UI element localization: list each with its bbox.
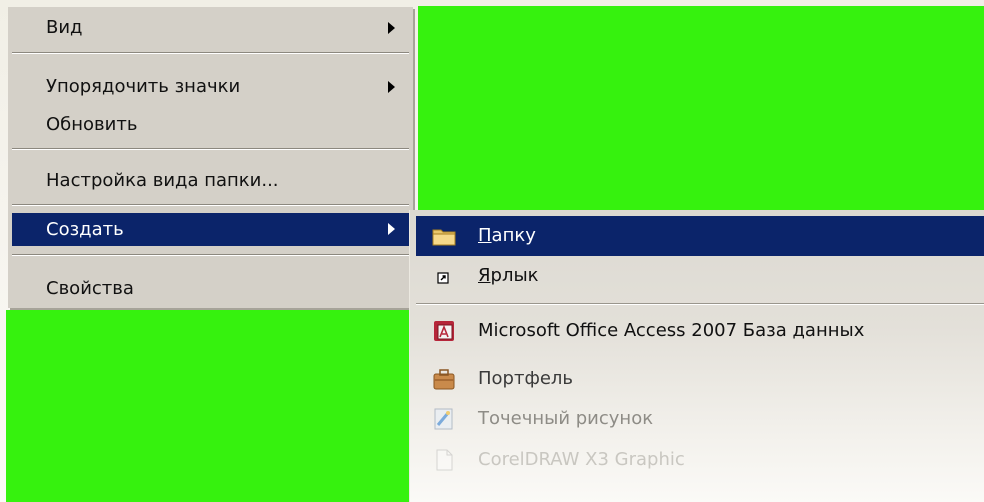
submenu-arrow-icon xyxy=(388,223,395,235)
submenu-item-label: Портфель xyxy=(478,368,574,389)
submenu-item-coreldraw-graphic[interactable]: CorelDRAW X3 Graphic xyxy=(416,440,984,480)
desktop-background[interactable] xyxy=(418,6,984,210)
submenu-item-label: Ярлык xyxy=(478,265,539,286)
submenu-item-label: Папку xyxy=(478,225,536,246)
bitmap-image-icon xyxy=(434,408,453,430)
submenu-item-folder[interactable]: Папку xyxy=(416,216,984,256)
menu-item-arrange-icons[interactable]: Упорядочить значки xyxy=(12,72,409,102)
submenu-item-label: Microsoft Office Access 2007 База данных xyxy=(478,320,865,341)
submenu-item-label: CorelDRAW X3 Graphic xyxy=(478,449,685,470)
menu-separator xyxy=(12,52,409,54)
submenu-item-shortcut[interactable]: Ярлык xyxy=(416,256,984,296)
menu-item-view[interactable]: Вид xyxy=(12,13,409,43)
submenu-item-briefcase[interactable]: Портфель xyxy=(416,359,984,399)
access-database-icon xyxy=(434,321,454,341)
menu-item-customize-folder[interactable]: Настройка вида папки... xyxy=(12,166,409,196)
menu-item-label: Свойства xyxy=(46,278,134,299)
briefcase-icon xyxy=(433,369,455,390)
screen: Вид Упорядочить значки Обновить Настройк… xyxy=(0,0,984,502)
desktop-context-menu: Вид Упорядочить значки Обновить Настройк… xyxy=(8,7,413,308)
shortcut-icon xyxy=(437,272,449,284)
desktop-background[interactable] xyxy=(6,310,410,502)
submenu-item-label: Точечный рисунок xyxy=(478,408,654,429)
menu-separator xyxy=(12,204,409,206)
menu-item-label: Упорядочить значки xyxy=(46,76,241,97)
submenu-arrow-icon xyxy=(388,22,395,34)
coreldraw-file-icon xyxy=(436,449,453,471)
submenu-arrow-icon xyxy=(388,81,395,93)
menu-separator xyxy=(416,303,984,305)
folder-icon xyxy=(432,229,456,246)
menu-item-new[interactable]: Создать xyxy=(12,213,409,246)
menu-item-label: Настройка вида папки... xyxy=(46,170,279,191)
submenu-item-bitmap-image[interactable]: Точечный рисунок xyxy=(416,399,984,439)
new-submenu: Папку Ярлык Microsoft Office Access 2007… xyxy=(410,210,984,502)
menu-item-refresh[interactable]: Обновить xyxy=(12,110,409,140)
submenu-item-access-database[interactable]: Microsoft Office Access 2007 База данных xyxy=(416,311,984,351)
menu-separator xyxy=(12,254,409,256)
menu-item-properties[interactable]: Свойства xyxy=(12,274,409,304)
menu-item-label: Обновить xyxy=(46,114,138,135)
menu-item-label: Вид xyxy=(46,17,83,38)
menu-separator xyxy=(12,148,409,150)
menu-item-label: Создать xyxy=(46,219,124,240)
